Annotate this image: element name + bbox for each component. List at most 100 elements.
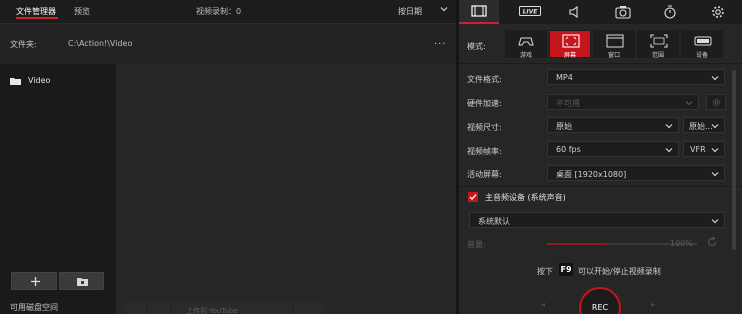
settings-tabs: LIVE: [459, 0, 742, 24]
gear-icon: [712, 6, 724, 18]
browse-folder-button[interactable]: ...: [434, 36, 447, 47]
frame-rate-label: 视频帧率:: [467, 147, 502, 156]
tab-audio[interactable]: [555, 0, 595, 24]
frame-rate-select[interactable]: 60 fps: [547, 141, 679, 157]
active-tab-underline: [16, 17, 58, 19]
device-icon: [694, 36, 712, 46]
folder-path: C:\Action!\Video: [68, 39, 133, 48]
video-size-label: 视频尺寸:: [467, 123, 502, 132]
file-manager-pane: 文件管理器 预览 视频录制：0 按日期 文件夹: C:\Action!\Vide…: [0, 0, 456, 314]
mode-label: 模式:: [467, 42, 486, 51]
delete-button[interactable]: [148, 302, 170, 314]
hw-accel-value: 不可用: [556, 99, 580, 108]
tab-file-manager[interactable]: 文件管理器: [16, 6, 56, 17]
hotkey-suffix: 可以开始/停止视频录制: [578, 267, 661, 276]
screen-icon: [562, 34, 580, 48]
live-tab-text: LIVE: [523, 9, 539, 16]
divider: [459, 63, 742, 64]
chevron-down-icon: [685, 101, 693, 106]
timer-icon: [664, 5, 676, 19]
audio-icon: [569, 5, 578, 19]
file-format-select[interactable]: MP4: [547, 69, 725, 85]
free-disk-space-label: 可用磁盘空间: [10, 303, 58, 312]
chevron-down-icon: [711, 172, 719, 177]
chevron-down-icon: [711, 148, 719, 153]
mode-screen[interactable]: 屏幕: [549, 30, 591, 59]
audio-device-value: 系统默认: [478, 217, 510, 226]
camera-icon: [615, 6, 631, 19]
file-list: [116, 64, 456, 314]
rec-button-label: REC: [591, 303, 609, 312]
video-size-secondary-select[interactable]: 原始...: [683, 117, 725, 133]
mode-label-screen: 屏幕: [563, 52, 576, 59]
tab-preview[interactable]: 预览: [74, 6, 90, 17]
mode-label-window: 窗口: [607, 52, 620, 59]
hw-accel-label: 硬件加速:: [467, 99, 502, 108]
frame-rate-value: 60 fps: [556, 145, 581, 154]
volume-reset-button[interactable]: [706, 236, 722, 250]
video-size-secondary-value: 原始...: [689, 122, 713, 131]
mode-device[interactable]: 设备: [681, 30, 723, 59]
frame-rate-mode-select[interactable]: VFR: [683, 141, 725, 157]
main-audio-checkbox[interactable]: [468, 192, 478, 202]
volume-label: 音量:: [467, 240, 486, 249]
chevron-down-icon: [711, 124, 719, 129]
active-screen-label: 活动屏幕:: [467, 170, 502, 179]
folder-label: 文件夹:: [10, 40, 37, 49]
chevron-down-icon: [665, 124, 673, 129]
volume-value: 100%: [670, 239, 693, 248]
window-icon: [606, 34, 624, 48]
active-screen-select[interactable]: 桌面 [1920x1080]: [547, 165, 725, 181]
play-button[interactable]: [124, 302, 146, 314]
chevron-down-icon[interactable]: [440, 5, 448, 13]
hotkey-key: F9: [559, 263, 573, 276]
video-size-select[interactable]: 原始: [547, 117, 679, 133]
hw-accel-settings-button[interactable]: [706, 94, 726, 110]
hw-accel-select[interactable]: 不可用: [547, 94, 699, 110]
checkmark-icon: [469, 194, 477, 200]
arrow-left-icon: ◂: [541, 300, 546, 309]
folder-row: 文件夹: C:\Action!\Video ...: [0, 34, 456, 56]
folder-open-icon: [77, 278, 88, 286]
settings-scrollbar[interactable]: [732, 70, 736, 250]
tab-timer[interactable]: [651, 0, 691, 24]
settings-pane: LIVE 模式: 游戏 屏幕 窗口 范围 设备 文件格式: MP4 硬件加速: …: [459, 0, 742, 314]
gamepad-icon: [518, 37, 534, 46]
folder-icon: [10, 78, 21, 85]
frame-rate-mode-value: VFR: [690, 145, 706, 154]
open-folder-button[interactable]: [59, 272, 104, 290]
video-record-count: 视频录制：0: [196, 7, 242, 16]
tab-video[interactable]: [459, 0, 499, 24]
tab-screenshot[interactable]: [603, 0, 643, 24]
mode-label-region: 范围: [651, 52, 664, 59]
video-icon: [471, 5, 487, 17]
upload-youtube-label: 上传到 YouTube: [186, 307, 238, 314]
live-icon: LIVE: [519, 6, 541, 16]
divider: [459, 186, 742, 187]
audio-device-select[interactable]: 系统默认: [469, 212, 725, 228]
hotkey-prefix: 按下: [537, 267, 553, 276]
mode-window[interactable]: 窗口: [593, 30, 635, 59]
video-size-value: 原始: [556, 122, 572, 131]
arrow-right-icon: ▸: [651, 300, 656, 309]
main-audio-label: 主音频设备 (系统声音): [485, 193, 566, 202]
tab-settings[interactable]: [699, 0, 739, 24]
tab-live[interactable]: LIVE: [507, 0, 547, 24]
chevron-down-icon: [665, 148, 673, 153]
app-window: 文件管理器 预览 视频录制：0 按日期 文件夹: C:\Action!\Vide…: [0, 0, 742, 314]
active-screen-value: 桌面 [1920x1080]: [556, 170, 627, 179]
file-format-value: MP4: [556, 73, 573, 82]
upload-button[interactable]: [294, 302, 324, 314]
plus-icon: [31, 277, 40, 286]
chevron-down-icon: [711, 219, 719, 224]
mode-label-device: 设备: [695, 52, 708, 59]
gear-icon: [712, 98, 721, 107]
mode-game[interactable]: 游戏: [505, 30, 547, 59]
region-icon: [650, 34, 668, 48]
mode-region[interactable]: 范围: [637, 30, 679, 59]
mode-label-game: 游戏: [519, 52, 532, 59]
add-folder-button[interactable]: [11, 272, 57, 290]
chevron-down-icon: [711, 76, 719, 81]
file-format-label: 文件格式:: [467, 75, 502, 84]
sort-dropdown[interactable]: 按日期: [398, 6, 422, 17]
